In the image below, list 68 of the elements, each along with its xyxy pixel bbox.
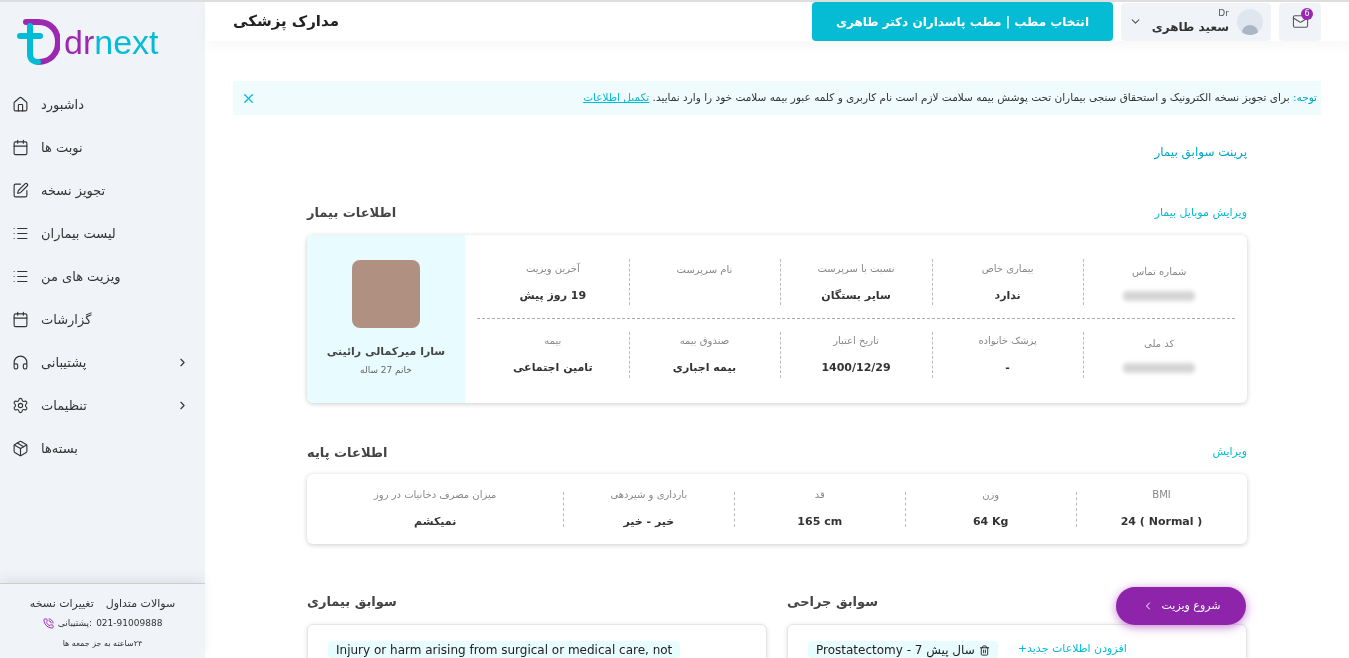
field-label: نام سرپرست (676, 262, 733, 277)
field-value: سایر بستگان (821, 287, 891, 304)
sidebar-item[interactable]: لیست بیماران (12, 219, 193, 248)
phone-number: 021-91009888 (96, 616, 163, 630)
field-value: 24 ( Normal ) (1120, 514, 1203, 531)
sidebar-item[interactable]: گزارشات (12, 305, 193, 334)
notification-badge: 6 (1301, 7, 1313, 20)
patient-subtitle: خانم 27 ساله (360, 364, 412, 377)
field-label: BMI (1152, 488, 1171, 503)
footer-link[interactable]: تغییرات نسخه (29, 596, 94, 613)
field-value: 19 روز پیش (519, 287, 587, 304)
avatar-icon (1237, 8, 1263, 35)
field-label: میزان مصرف دخانیات در روز (374, 488, 497, 503)
field-value: خیر - خیر (623, 514, 675, 531)
calendar-icon (12, 311, 29, 328)
section-title: اطلاعات پایه (307, 443, 388, 462)
field-value: - (1005, 360, 1010, 376)
field-label: پزشک خانواده (978, 334, 1037, 348)
headphones-icon (12, 354, 29, 371)
section-title: سوابق جراحی (787, 593, 878, 611)
page-title: مدارک پزشکی (233, 11, 339, 33)
section-title: اطلاعات بیمار (307, 204, 397, 222)
start-visit-button[interactable]: شروع ویزیت (1116, 587, 1246, 625)
settings-icon (12, 397, 29, 414)
sidebar-item[interactable]: ویزیت های من (12, 262, 193, 291)
section-title: سوابق بیماری (307, 593, 397, 611)
field-label: کد ملی (1144, 337, 1175, 352)
field-value: 64 Kg (972, 514, 1009, 531)
field-label: بیمه (544, 334, 562, 348)
trash-icon[interactable] (978, 644, 990, 656)
sidebar-item[interactable]: پشتیبانی (12, 348, 193, 377)
field-label: بیماری خاص (981, 261, 1034, 276)
notice-text: توجه: برای تجویز نسخه الکترونیک و استحقاق سنجی بیماران تحت پوشش بیمه سلامت لازم است نام کاربری و کلمه عبور بیمه سلامت خود را وارد نمایید. تکمیل اطلاعات (582, 90, 1317, 106)
field-label: بارداری و شیردهی (610, 488, 688, 503)
field-label: صندوق بیمه (679, 334, 730, 348)
field-value: 1400/12/29 (821, 360, 891, 376)
support-hours: ۲۴ساعته به جز جمعه ها (62, 638, 143, 650)
field-value: نمیکشم (414, 514, 457, 531)
patient-name: سارا میرکمالی رائینی (326, 343, 446, 360)
field-label: شماره تماس (1132, 264, 1187, 279)
sidebar-item[interactable]: تجویز نسخه (12, 176, 193, 205)
field-value: 165 cm (797, 514, 843, 531)
list-icon (12, 225, 29, 242)
photo-placeholder (352, 259, 420, 328)
mail-button[interactable]: 6 (1279, 2, 1321, 41)
field-label: قد (814, 488, 825, 503)
logo-icon (16, 18, 60, 66)
box-icon (12, 440, 29, 457)
edit-icon (12, 182, 29, 199)
home-icon (12, 96, 29, 113)
history-chip: Injury or harm arising from surgical or medical care, not (328, 641, 681, 658)
phone-icon (42, 617, 54, 629)
field-value: ندارد (994, 287, 1021, 304)
field-label: وزن (982, 488, 1000, 503)
phone-label: پشتیبانی: (57, 616, 93, 630)
footer-link[interactable]: سوالات متداول (105, 596, 176, 613)
calendar-icon (12, 139, 29, 156)
sidebar-item[interactable]: بسته‌ها (12, 434, 193, 463)
field-value: تامین اجتماعی (513, 360, 593, 376)
sidebar-item[interactable]: نوبت ها (12, 133, 193, 162)
list-icon (12, 268, 29, 285)
field-value: بیمه اجباری (672, 360, 737, 376)
history-chip: Prostatectomy - 7 سال پیش (808, 641, 998, 658)
field-label: تاریخ اعتبار (833, 334, 879, 348)
field-label: آخرین ویزیت (525, 261, 580, 276)
sidebar-item[interactable]: داشبورد (12, 90, 193, 119)
field-label: نسبت با سرپرست (817, 261, 895, 276)
sidebar-item[interactable]: تنظیمات (12, 391, 193, 420)
